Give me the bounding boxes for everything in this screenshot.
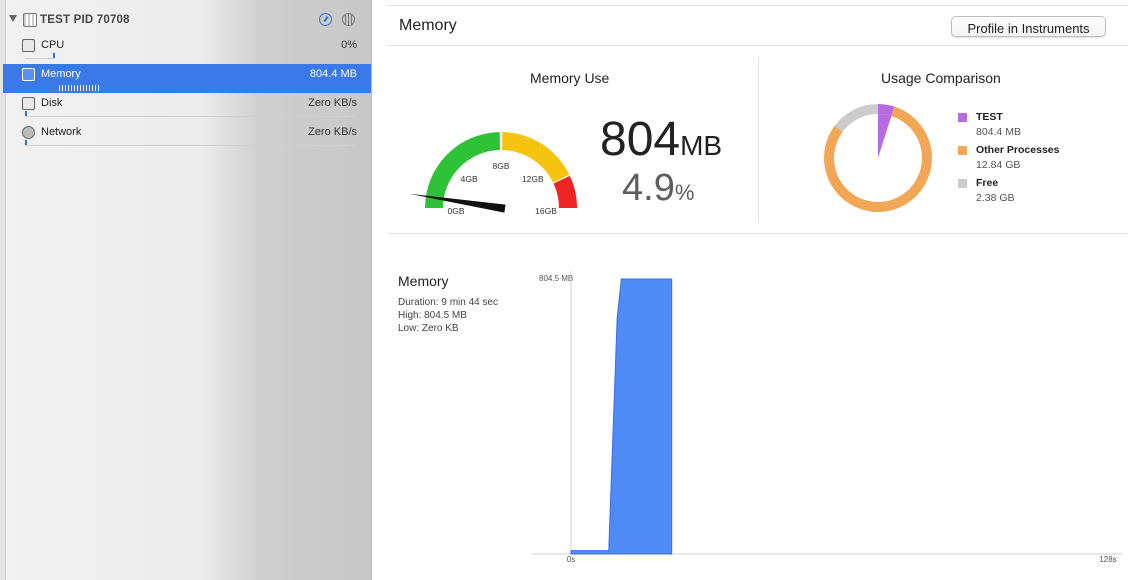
sidebar-item-value: 0% — [341, 39, 357, 51]
sidebar-item-memory[interactable]: Memory 804.4 MB — [3, 64, 371, 93]
gauge-icon[interactable] — [319, 13, 332, 26]
network-icon — [22, 126, 35, 139]
gauge-band — [425, 132, 500, 208]
sidebar-item-label: Network — [41, 126, 82, 138]
legend-name: Other Processes — [976, 144, 1060, 156]
disk-sparkline — [25, 111, 355, 117]
network-sparkline — [25, 140, 355, 146]
legend-name: Free — [976, 177, 999, 189]
memory-use-value: 804MB — [600, 113, 723, 166]
disclosure-triangle-icon[interactable] — [9, 15, 17, 22]
memory-icon — [22, 68, 35, 81]
usage-donut — [824, 104, 932, 212]
threads-icon[interactable] — [342, 13, 355, 26]
process-icon — [23, 13, 37, 27]
memory-sparkline — [59, 85, 101, 91]
process-header[interactable]: TEST PID 70708 — [0, 8, 371, 30]
memory-area-series — [570, 278, 673, 555]
gauge-tick-label: 16GB — [535, 206, 557, 216]
memory-use-percent: 4.9% — [622, 167, 695, 209]
legend-value: 12.84 GB — [976, 159, 1021, 171]
legend-swatch — [958, 179, 967, 188]
memory-gauge: 0GB 4GB 8GB 12GB 16GB — [409, 132, 577, 216]
sidebar-item-cpu[interactable]: CPU 0% — [3, 35, 371, 64]
gauge-tick-label: 12GB — [522, 174, 544, 184]
main-panel: Memory Profile in Instruments Memory Use… — [372, 0, 1137, 580]
disk-icon — [22, 97, 35, 110]
divider — [388, 45, 1128, 46]
duration-stat: Duration: 9 min 44 sec — [398, 297, 499, 308]
legend-value: 2.38 GB — [976, 192, 1015, 204]
x-tick-label: 128s — [1099, 555, 1116, 564]
legend-value: 804.4 MB — [976, 126, 1021, 138]
memory-chart-title: Memory — [398, 273, 449, 289]
usage-comparison-title: Usage Comparison — [881, 70, 1001, 86]
sidebar-item-label: CPU — [41, 39, 65, 51]
divider — [388, 233, 1128, 234]
gauge-band — [553, 175, 577, 208]
page-title: Memory — [399, 17, 457, 34]
sidebar-item-network[interactable]: Network Zero KB/s — [3, 122, 371, 151]
sidebar-item-value: Zero KB/s — [308, 97, 357, 109]
sidebar-item-disk[interactable]: Disk Zero KB/s — [3, 93, 371, 122]
cpu-sparkline — [25, 53, 55, 59]
sidebar-item-value: 804.4 MB — [309, 68, 357, 80]
profile-in-instruments-button[interactable]: Profile in Instruments — [951, 16, 1106, 37]
divider — [758, 57, 759, 222]
legend-swatch — [958, 113, 967, 122]
gauge-tick-label: 4GB — [461, 174, 478, 184]
legend-swatch — [958, 146, 967, 155]
gauge-tick-label: 8GB — [492, 161, 509, 171]
process-title: TEST PID 70708 — [40, 14, 130, 26]
sidebar: TEST PID 70708 CPU 0% Memory 804.4 MB Di… — [0, 0, 372, 580]
memory-use-title: Memory Use — [530, 70, 610, 86]
donut-slice — [834, 104, 878, 132]
y-tick-label: 804.5 MB — [539, 274, 573, 283]
memory-timeline-chart: 804.5 MB 0s 128s — [532, 271, 1122, 564]
cpu-icon — [22, 39, 35, 52]
sidebar-item-label: Disk — [41, 97, 63, 109]
divider — [388, 5, 1128, 6]
sidebar-item-value: Zero KB/s — [308, 126, 357, 138]
donut-process-wedge — [878, 114, 892, 158]
low-stat: Low: Zero KB — [398, 323, 459, 334]
x-tick-label: 0s — [567, 555, 575, 564]
sidebar-item-label: Memory — [41, 68, 81, 80]
legend-name: TEST — [976, 111, 1003, 123]
gauge-tick-label: 0GB — [447, 206, 464, 216]
high-stat: High: 804.5 MB — [398, 310, 467, 321]
